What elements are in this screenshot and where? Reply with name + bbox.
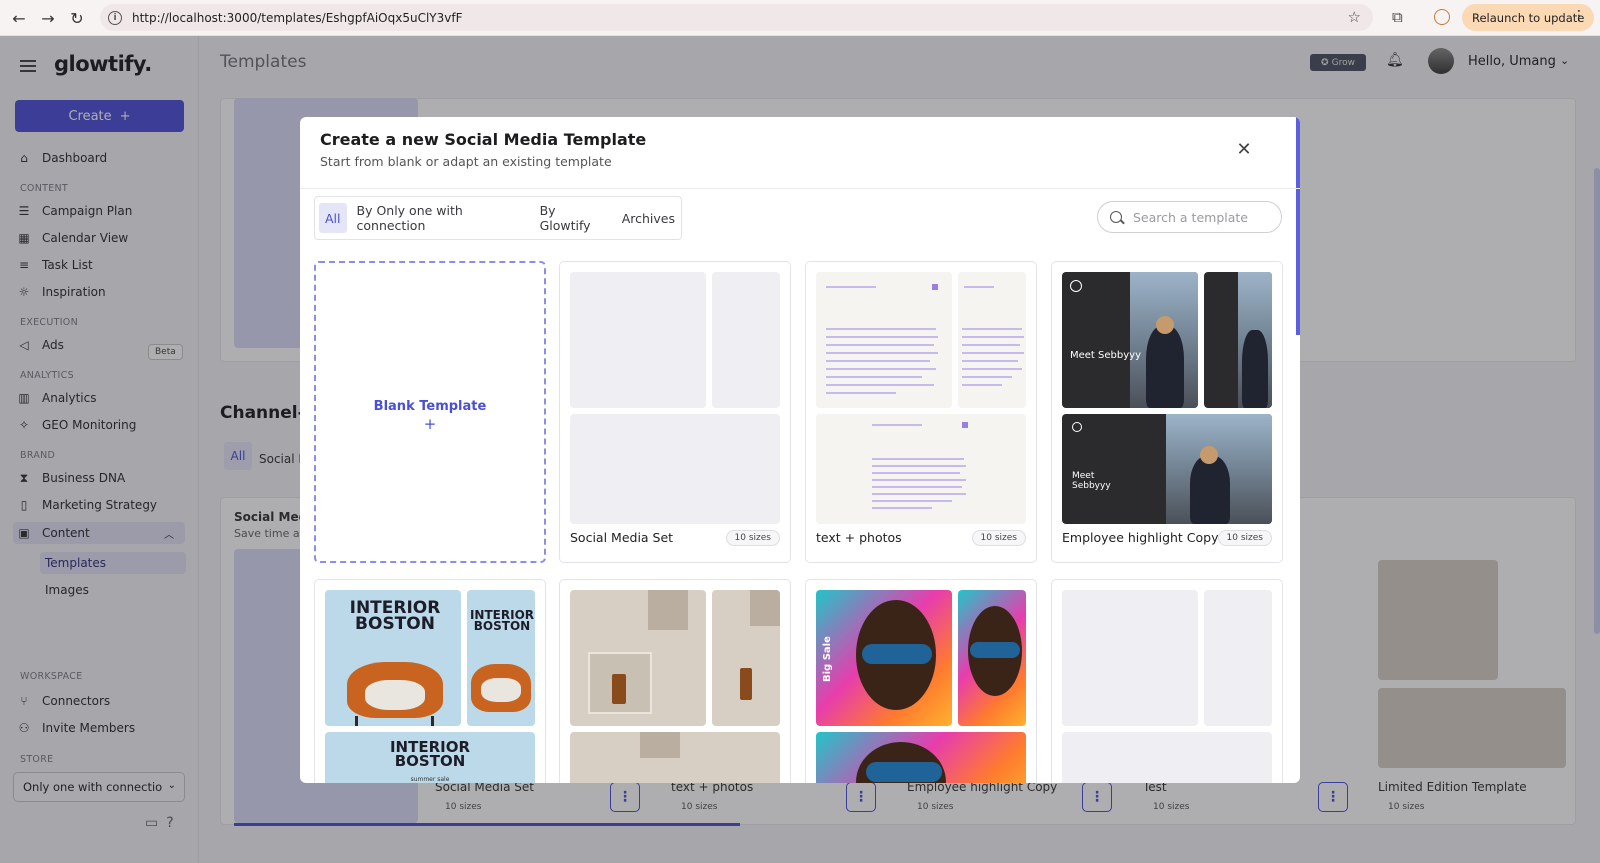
modal-scrollbar[interactable]: [1296, 117, 1300, 335]
template-card[interactable]: Social Media Set 10 sizes: [559, 261, 791, 563]
template-thumbnail: [712, 272, 780, 408]
close-icon[interactable]: ✕: [1234, 139, 1254, 160]
template-thumbnail: [816, 272, 952, 408]
template-card[interactable]: Meet Sebbyyy Meet Sebbyyy Employee highl…: [1051, 261, 1283, 563]
thumb-boston-text: INTERIOR BOSTON: [389, 738, 471, 771]
filter-tabs: All By Only one with connection By Glowt…: [314, 196, 682, 240]
site-info-icon[interactable]: i: [108, 10, 122, 25]
bookmark-star-icon[interactable]: ☆: [1348, 8, 1361, 26]
page-scrollbar[interactable]: [1594, 168, 1600, 634]
sizes-badge: 10 sizes: [725, 530, 780, 546]
relaunch-label: Relaunch to update: [1472, 10, 1585, 25]
sizes-badge: 10 sizes: [971, 530, 1026, 546]
tab-by-store[interactable]: By Only one with connection: [351, 203, 530, 233]
extensions-icon[interactable]: ⧉: [1392, 8, 1403, 26]
thumb-summer-text: summer sale: [410, 776, 450, 783]
kebab-menu-icon[interactable]: ⋮: [1572, 8, 1586, 24]
blank-template-card[interactable]: Blank Template +: [314, 261, 546, 563]
plus-icon: +: [423, 415, 437, 433]
template-thumbnail: [1062, 732, 1272, 783]
thumb-big-sale-text: Big Sale: [822, 636, 833, 682]
tab-all[interactable]: All: [319, 203, 347, 233]
template-thumbnail: [1204, 590, 1272, 726]
url-bar[interactable]: i http://localhost:3000/templates/Eshgpf…: [100, 4, 1373, 31]
template-name: Social Media Set: [570, 530, 674, 545]
template-thumbnail: [570, 272, 706, 408]
divider: [300, 188, 1300, 189]
search-input[interactable]: Search a template: [1097, 201, 1282, 233]
template-thumbnail: [1204, 272, 1272, 408]
template-name: text + photos: [816, 530, 902, 545]
search-icon: [1110, 211, 1122, 223]
template-thumbnail: INTERIOR BOSTON summer sale: [325, 732, 535, 783]
template-thumbnail: [570, 414, 780, 524]
thumb-boston-text: INTERIOR BOSTON: [469, 608, 535, 634]
template-thumbnail: INTERIOR BOSTON: [467, 590, 535, 726]
template-thumbnail: [1062, 590, 1198, 726]
template-thumbnail: Meet Sebbyyy: [1062, 272, 1198, 408]
template-thumbnail: [712, 590, 780, 726]
create-template-modal: Create a new Social Media Template Start…: [300, 117, 1300, 783]
template-card[interactable]: Big Sale: [805, 579, 1037, 783]
template-card[interactable]: [1051, 579, 1283, 783]
thumb-boston-text: INTERIOR BOSTON: [349, 598, 441, 635]
template-thumbnail: Big Sale: [816, 590, 952, 726]
template-card[interactable]: text + photos 10 sizes: [805, 261, 1037, 563]
template-name: Employee highlight Copy: [1062, 530, 1219, 545]
url-text: http://localhost:3000/templates/EshgpfAi…: [132, 10, 463, 25]
thumb-meet-text: Meet Sebbyyy: [1072, 471, 1111, 491]
template-thumbnail: [570, 732, 780, 783]
template-card[interactable]: [559, 579, 791, 783]
template-thumbnail: [816, 732, 1026, 783]
relaunch-button[interactable]: Relaunch to update ⋮: [1462, 4, 1594, 31]
thumb-meet-text: Meet Sebbyyy: [1070, 350, 1141, 361]
modal-title: Create a new Social Media Template: [320, 130, 647, 149]
template-thumbnail: [816, 414, 1026, 524]
modal-subtitle: Start from blank or adapt an existing te…: [320, 154, 612, 169]
forward-icon[interactable]: →: [33, 3, 63, 33]
profile-icon[interactable]: [1434, 9, 1450, 25]
template-thumbnail: [958, 272, 1026, 408]
back-icon[interactable]: ←: [4, 3, 34, 33]
tab-by-glowtify[interactable]: By Glowtify: [534, 203, 612, 233]
reload-icon[interactable]: ↻: [62, 3, 92, 33]
template-thumbnail: [570, 590, 706, 726]
template-thumbnail: [958, 590, 1026, 726]
template-card[interactable]: INTERIOR BOSTON INTERIOR BOSTON INTERIOR…: [314, 579, 546, 783]
browser-toolbar: ← → ↻ i http://localhost:3000/templates/…: [0, 0, 1600, 36]
template-thumbnail: Meet Sebbyyy: [1062, 414, 1272, 524]
template-thumbnail: INTERIOR BOSTON: [325, 590, 461, 726]
sizes-badge: 10 sizes: [1217, 530, 1272, 546]
tab-archives[interactable]: Archives: [616, 203, 681, 233]
blank-template-label: Blank Template: [373, 399, 487, 414]
search-placeholder: Search a template: [1133, 209, 1248, 225]
